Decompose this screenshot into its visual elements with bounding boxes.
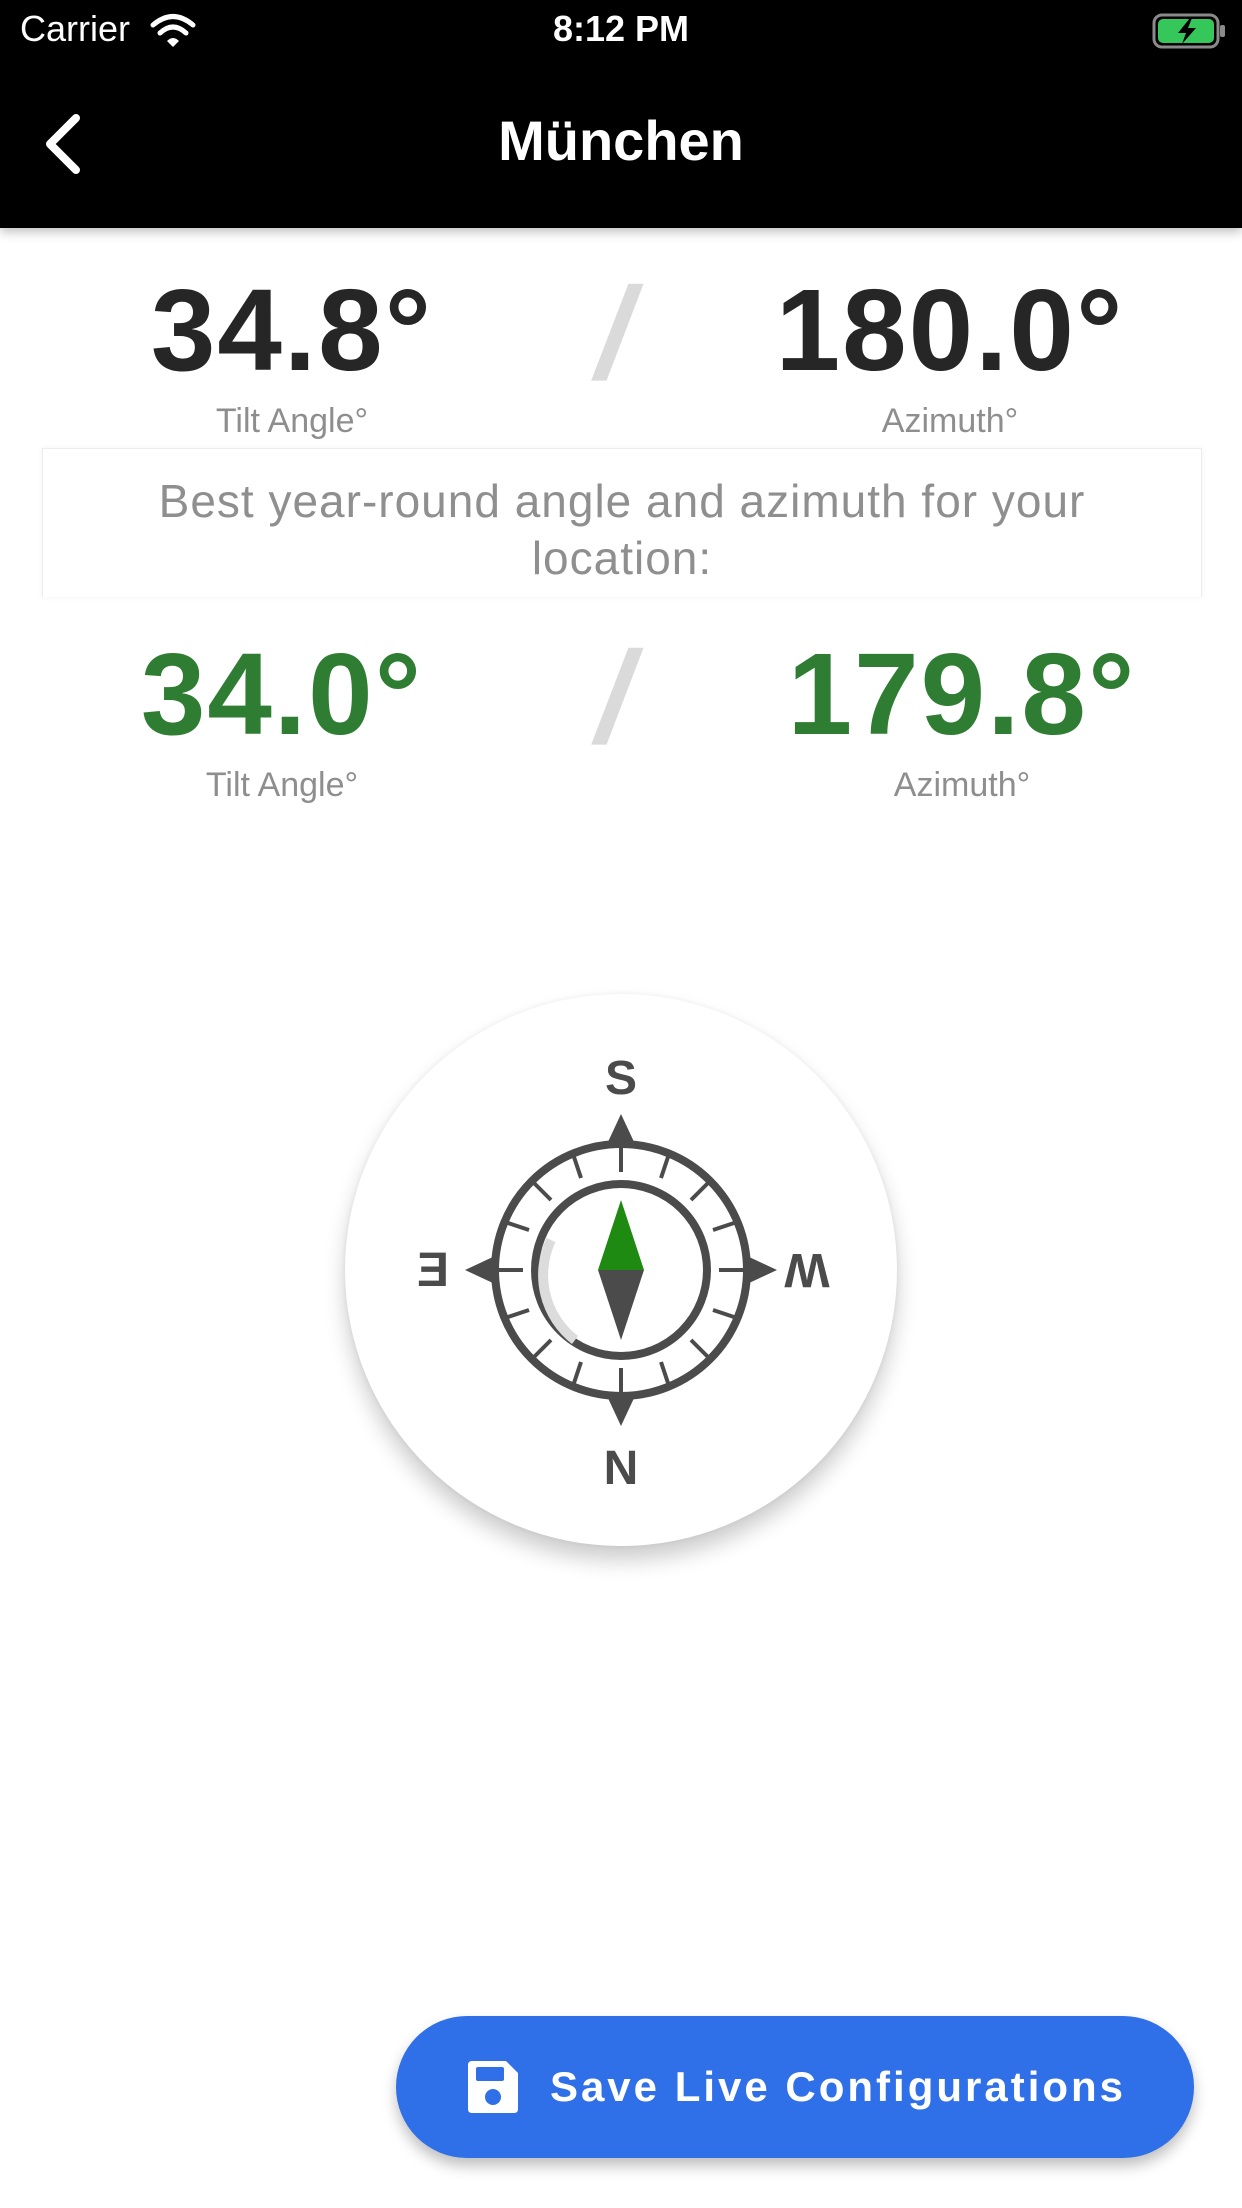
battery-charging-icon [1152, 13, 1225, 49]
live-tilt-label: Tilt Angle° [215, 402, 369, 440]
info-card: Best year-round angle and azimuth for yo… [42, 448, 1202, 597]
app-header: Carrier 8:12 PM München [0, 0, 1242, 228]
save-button-label: Save Live Configurations [549, 2063, 1127, 2110]
live-azimuth-value: 180.0° [775, 265, 1125, 395]
compass-label-top: S [605, 1052, 637, 1105]
compass-icon: S N E W [417, 1052, 830, 1495]
best-azimuth-value: 179.8° [787, 629, 1137, 759]
live-tilt-reading: 34.8° Tilt Angle° [100, 272, 484, 441]
live-azimuth-reading: 180.0° Azimuth° [740, 272, 1160, 441]
best-tilt-value: 34.0° [140, 629, 424, 759]
compass-label-right: W [784, 1243, 830, 1296]
live-tilt-value: 34.8° [150, 265, 434, 395]
best-azimuth-reading: 179.8° Azimuth° [752, 636, 1172, 805]
best-tilt-label: Tilt Angle° [205, 766, 359, 804]
info-card-text: Best year-round angle and azimuth for yo… [158, 475, 1086, 584]
live-azimuth-label: Azimuth° [881, 402, 1019, 440]
save-live-configurations-button[interactable]: Save Live Configurations [396, 2016, 1194, 2158]
status-time: 8:12 PM [552, 8, 690, 49]
page-title: München [498, 109, 744, 172]
best-separator: / [596, 624, 633, 770]
best-azimuth-label: Azimuth° [893, 766, 1031, 804]
compass-dial: S N E W [345, 994, 897, 1546]
compass-label-bottom: N [604, 1442, 639, 1495]
compass-label-left: E [417, 1244, 449, 1297]
live-separator: / [596, 260, 633, 406]
floppy-disk-icon [467, 2061, 518, 2113]
best-tilt-reading: 34.0° Tilt Angle° [90, 636, 474, 805]
